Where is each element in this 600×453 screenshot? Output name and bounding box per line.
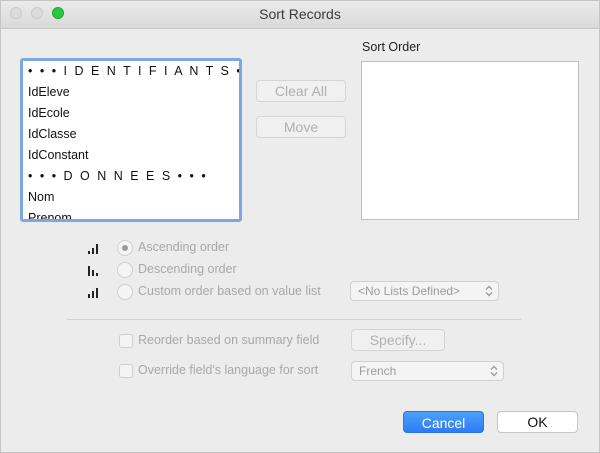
value-list-popup-value: <No Lists Defined> [358, 284, 461, 298]
override-language-label: Override field's language for sort [138, 363, 319, 377]
section-divider [67, 319, 521, 320]
value-list-popup[interactable]: <No Lists Defined> [350, 281, 499, 301]
custom-order-icon [88, 288, 98, 298]
descending-order-icon [88, 266, 98, 276]
field-list[interactable]: • • • I D E N T I F I A N T S • • • IdEl… [20, 58, 242, 222]
move-button[interactable]: Move [256, 116, 346, 138]
language-popup-value: French [359, 364, 397, 378]
popup-arrows-icon [490, 365, 498, 377]
descending-label: Descending order [138, 262, 237, 276]
custom-label: Custom order based on value list [138, 284, 321, 298]
title-bar: Sort Records [1, 1, 599, 29]
field-list-item-idecole[interactable]: IdEcole [23, 103, 239, 124]
field-list-item-idclasse[interactable]: IdClasse [23, 124, 239, 145]
field-list-item-nom[interactable]: Nom [23, 187, 239, 208]
field-list-item-idconstant[interactable]: IdConstant [23, 145, 239, 166]
clear-all-button[interactable]: Clear All [256, 80, 346, 102]
sort-records-dialog: Sort Records • • • I D E N T I F I A N T… [0, 0, 600, 453]
specify-button[interactable]: Specify... [351, 329, 445, 351]
reorder-summary-checkbox[interactable] [119, 334, 133, 348]
ascending-order-icon [88, 244, 98, 254]
field-list-separator[interactable]: • • • D O N N E E S • • • [23, 166, 239, 187]
override-language-checkbox[interactable] [119, 364, 133, 378]
sort-order-label: Sort Order [362, 40, 421, 54]
cancel-button[interactable]: Cancel [403, 411, 484, 433]
custom-radio[interactable] [117, 284, 133, 300]
popup-arrows-icon [485, 285, 493, 297]
field-list-item-prenom[interactable]: Prenom [23, 208, 239, 219]
sort-order-list[interactable] [361, 61, 579, 220]
language-popup[interactable]: French [351, 361, 504, 381]
ascending-label: Ascending order [138, 240, 230, 254]
window-title: Sort Records [259, 6, 341, 22]
ascending-radio[interactable] [117, 240, 133, 256]
field-list-item-ideleve[interactable]: IdEleve [23, 82, 239, 103]
ok-button[interactable]: OK [497, 411, 578, 433]
reorder-summary-label: Reorder based on summary field [138, 333, 320, 347]
field-list-separator[interactable]: • • • I D E N T I F I A N T S • • • [23, 61, 239, 82]
descending-radio[interactable] [117, 262, 133, 278]
